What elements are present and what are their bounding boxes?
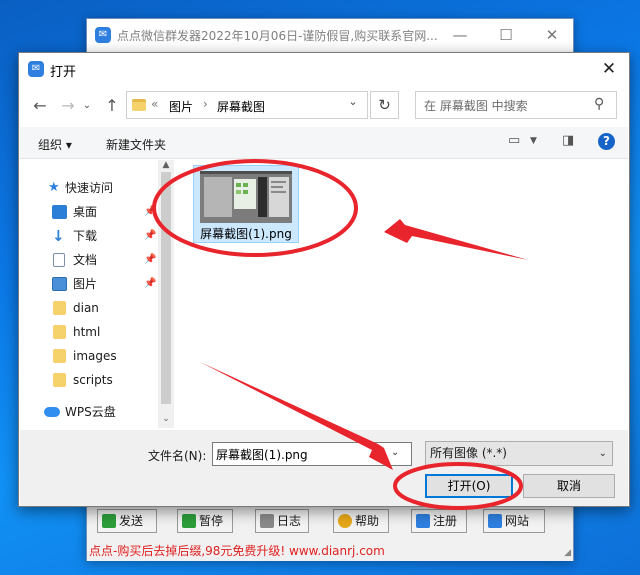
help-icon bbox=[338, 514, 352, 528]
preview-pane-icon[interactable]: ◨ bbox=[562, 133, 574, 148]
help-button[interactable]: 帮助 bbox=[333, 509, 389, 533]
breadcrumb-screenshots[interactable]: 屏幕截图 bbox=[217, 98, 265, 115]
folder-icon bbox=[53, 373, 66, 387]
nav-item-folder-images[interactable]: images bbox=[20, 345, 160, 367]
document-icon bbox=[53, 253, 65, 267]
pause-icon bbox=[182, 514, 196, 528]
address-bar[interactable]: « 图片 › 屏幕截图 bbox=[126, 91, 368, 119]
nav-item-downloads[interactable]: ↓ 下载 📌 bbox=[20, 225, 160, 247]
dialog-titlebar[interactable]: ✉ 打开 ✕ bbox=[19, 53, 629, 85]
up-arrow-icon[interactable]: ↑ bbox=[99, 93, 125, 119]
nav-pane-scrollbar[interactable]: ▲ ⌄ bbox=[158, 160, 174, 428]
nav-item-desktop[interactable]: 桌面 📌 bbox=[20, 201, 160, 223]
star-icon: ★ bbox=[48, 180, 60, 195]
nav-item-folder-html[interactable]: html bbox=[20, 321, 160, 343]
file-type-value: 所有图像 (*.*) bbox=[430, 446, 507, 460]
new-folder-button[interactable]: 新建文件夹 bbox=[106, 136, 166, 153]
close-button[interactable]: ✕ bbox=[529, 21, 575, 49]
recent-locations-chevron-icon[interactable]: ⌄ bbox=[79, 93, 95, 119]
file-item-screenshot[interactable]: 屏幕截图(1).png bbox=[193, 165, 299, 243]
folder-icon bbox=[53, 301, 66, 315]
nav-item-wps-cloud[interactable]: WPS云盘 bbox=[20, 401, 160, 423]
pin-icon: 📌 bbox=[144, 206, 157, 217]
search-input[interactable] bbox=[424, 97, 584, 115]
open-button[interactable]: 打开(O) bbox=[425, 474, 513, 498]
filename-label: 文件名(N): bbox=[148, 449, 207, 463]
cloud-icon bbox=[44, 407, 60, 417]
home-icon bbox=[488, 514, 502, 528]
address-dropdown-chevron-icon[interactable]: ⌄ bbox=[343, 95, 363, 108]
forward-arrow-icon[interactable]: → bbox=[55, 93, 81, 119]
nav-item-folder-dian[interactable]: dian bbox=[20, 297, 160, 319]
folder-icon bbox=[132, 99, 146, 111]
pause-button[interactable]: 暂停 bbox=[177, 509, 233, 533]
pin-icon: 📌 bbox=[144, 278, 157, 289]
organize-menu[interactable]: 组织 ▾ bbox=[38, 136, 72, 153]
file-type-select[interactable]: 所有图像 (*.*) ⌄ bbox=[425, 441, 613, 466]
filename-input[interactable] bbox=[216, 446, 386, 463]
filename-combobox[interactable]: ⌄ bbox=[212, 442, 412, 466]
navigation-pane: ★ 快速访问 桌面 📌 ↓ 下载 📌 文档 📌 图片 📌 dian html i… bbox=[20, 160, 175, 430]
filename-dropdown-chevron-icon[interactable]: ⌄ bbox=[391, 447, 399, 458]
thumbnail-preview-graphic bbox=[200, 171, 292, 223]
download-icon: ↓ bbox=[52, 227, 65, 245]
file-thumbnail bbox=[200, 171, 292, 223]
folder-icon bbox=[53, 325, 66, 339]
search-box[interactable]: ⚲ bbox=[415, 91, 617, 119]
maximize-button[interactable]: ☐ bbox=[483, 21, 529, 49]
dialog-close-button[interactable]: ✕ bbox=[589, 55, 629, 83]
background-app-title: 点点微信群发器2022年10月06日-谨防假冒,购买联系官网... bbox=[117, 29, 438, 43]
register-button[interactable]: 注册 bbox=[411, 509, 467, 533]
open-file-dialog: ✉ 打开 ✕ ← → ⌄ ↑ « 图片 › 屏幕截图 ⌄ ↻ ⚲ 组织 ▾ 新建… bbox=[18, 52, 630, 507]
back-arrow-icon[interactable]: ← bbox=[27, 93, 53, 119]
dialog-title: 打开 bbox=[50, 65, 77, 80]
website-button[interactable]: 网站 bbox=[483, 509, 545, 533]
send-button[interactable]: 发送 bbox=[97, 509, 157, 533]
background-app-titlebar[interactable]: ✉ 点点微信群发器2022年10月06日-谨防假冒,购买联系官网... — ☐ … bbox=[87, 19, 573, 51]
command-bar: 组织 ▾ 新建文件夹 ▭ ▼ ◨ ? bbox=[20, 127, 628, 159]
app-logo-icon: ✉ bbox=[95, 27, 111, 43]
nav-item-documents[interactable]: 文档 📌 bbox=[20, 249, 160, 271]
search-icon[interactable]: ⚲ bbox=[594, 96, 604, 112]
desktop-icon bbox=[52, 205, 67, 219]
minimize-button[interactable]: — bbox=[437, 21, 483, 49]
dialog-bottom-panel: 文件名(N): ⌄ 所有图像 (*.*) ⌄ 打开(O) 取消 bbox=[20, 430, 628, 506]
register-icon bbox=[416, 514, 430, 528]
view-options-icon[interactable]: ▭ bbox=[508, 133, 520, 148]
breadcrumb-pictures[interactable]: 图片 bbox=[169, 98, 193, 115]
help-icon[interactable]: ? bbox=[598, 133, 615, 150]
background-app-toolbar: 发送 暂停 日志 帮助 注册 网站 bbox=[87, 505, 573, 541]
file-name-label: 屏幕截图(1).png bbox=[200, 227, 292, 241]
breadcrumb-overflow[interactable]: « bbox=[151, 97, 158, 111]
nav-item-folder-scripts[interactable]: scripts bbox=[20, 369, 160, 391]
footer-promo-text[interactable]: 点点-购买后去掉后缀,98元免费升级! www.dianrj.com bbox=[87, 541, 573, 561]
pin-icon: 📌 bbox=[144, 254, 157, 265]
folder-icon bbox=[53, 349, 66, 363]
nav-item-quick-access[interactable]: ★ 快速访问 bbox=[20, 177, 160, 199]
log-button[interactable]: 日志 bbox=[255, 509, 309, 533]
refresh-icon: ↻ bbox=[378, 96, 391, 114]
refresh-button[interactable]: ↻ bbox=[370, 91, 399, 119]
log-icon bbox=[260, 514, 274, 528]
scrollbar-thumb[interactable] bbox=[161, 172, 171, 404]
breadcrumb-separator: › bbox=[203, 97, 208, 111]
view-dropdown-chevron-icon[interactable]: ▼ bbox=[530, 136, 537, 146]
scroll-down-arrow-icon[interactable]: ⌄ bbox=[158, 414, 174, 424]
file-type-chevron-icon: ⌄ bbox=[598, 448, 607, 459]
play-icon bbox=[102, 514, 116, 528]
cancel-button[interactable]: 取消 bbox=[523, 474, 615, 498]
pin-icon: 📌 bbox=[144, 230, 157, 241]
pictures-icon bbox=[52, 277, 67, 291]
scroll-up-arrow-icon[interactable]: ▲ bbox=[158, 160, 174, 170]
nav-item-pictures[interactable]: 图片 📌 bbox=[20, 273, 160, 295]
dialog-app-icon: ✉ bbox=[28, 61, 44, 77]
resize-grip-icon[interactable]: ◢ bbox=[564, 548, 571, 558]
